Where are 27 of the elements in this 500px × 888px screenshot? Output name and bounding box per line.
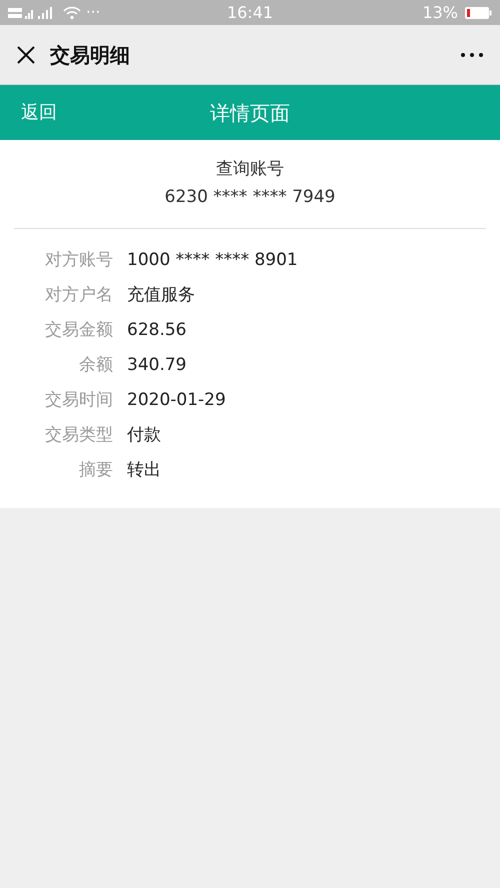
header-title: 详情页面 — [210, 100, 290, 126]
field-value: 付款 — [127, 424, 161, 447]
back-button[interactable]: 返回 — [21, 99, 57, 126]
close-icon — [16, 44, 36, 64]
field-label: 摘要 — [78, 458, 113, 482]
field-value: 340.79 — [127, 354, 186, 377]
status-more: ··· — [86, 2, 100, 24]
field-label: 余额 — [78, 354, 113, 377]
account-label: 查询账号 — [216, 158, 284, 181]
field-label: 交易时间 — [44, 388, 113, 412]
field-value: 628.56 — [127, 318, 186, 342]
field-value: 1000 **** **** 8901 — [127, 248, 298, 272]
field-label: 交易金额 — [44, 318, 113, 342]
battery-percent: 13% — [422, 2, 458, 24]
field-value: 2020-01-29 — [127, 388, 226, 412]
more-icon — [461, 52, 483, 56]
field-value: 转出 — [127, 458, 161, 482]
field-value: 充值服务 — [127, 284, 195, 307]
battery-icon — [464, 6, 492, 20]
status-time: 16:41 — [226, 2, 274, 24]
account-number: 6230 **** **** 7949 — [164, 186, 336, 209]
page-title: 交易明细 — [50, 42, 131, 68]
wifi-icon — [63, 6, 81, 20]
field-label: 交易类型 — [44, 424, 113, 447]
field-label: 对方账号 — [44, 248, 113, 272]
field-label: 对方户名 — [44, 284, 113, 307]
close-button[interactable] — [16, 44, 36, 64]
